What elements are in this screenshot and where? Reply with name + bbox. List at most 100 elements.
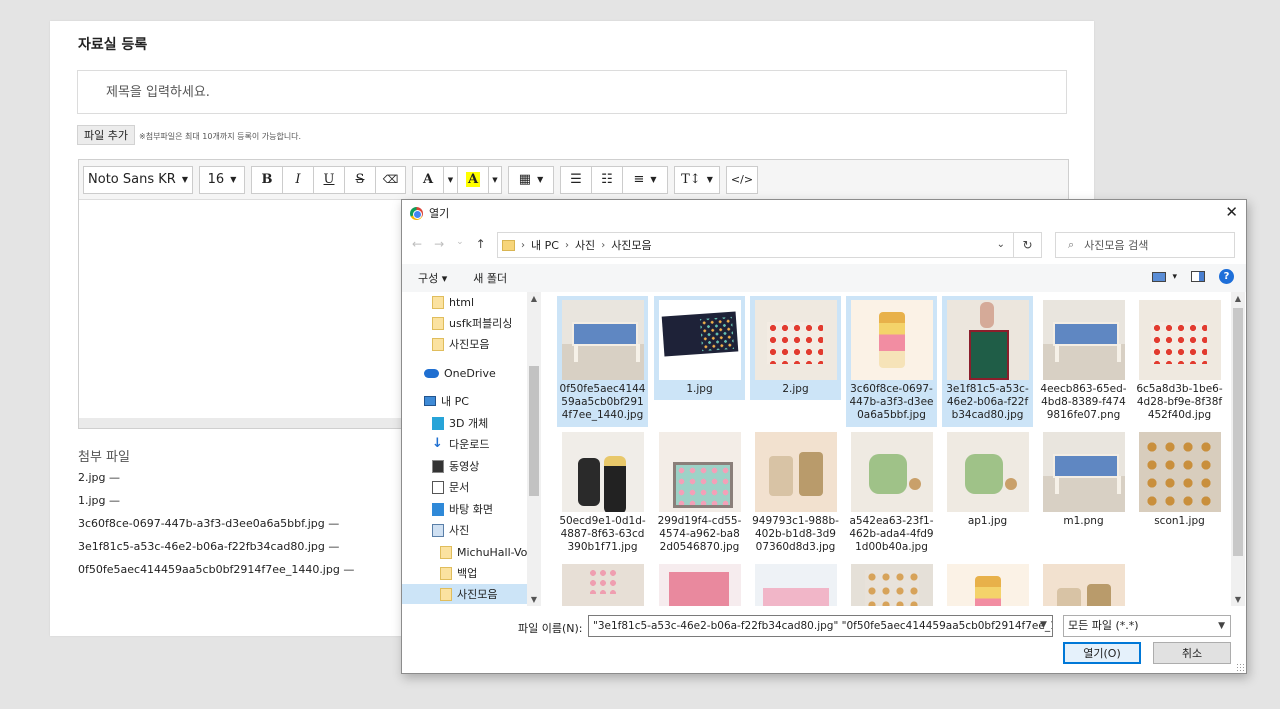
nav-item-documents[interactable]: 문서 bbox=[432, 477, 469, 497]
nav-item-photos-collection[interactable]: 사진모음 bbox=[432, 334, 489, 354]
file-item[interactable]: 2.jpg bbox=[750, 296, 841, 400]
nav-item-html[interactable]: html bbox=[432, 292, 474, 312]
file-item[interactable]: 949793c1-988b-402b-b1d8-3d907360d8d3.jpg bbox=[750, 428, 841, 559]
close-icon[interactable]: ✕ bbox=[1225, 203, 1238, 221]
view-controls: ▾ ? bbox=[1152, 269, 1234, 284]
file-item[interactable]: 3c60f8ce-0697-447b-a3f3-d3ee0a6a5bbf.jpg bbox=[846, 296, 937, 427]
file-name: 3c60f8ce-0697-447b-a3f3-d3ee0a6a5bbf.jpg bbox=[849, 383, 934, 421]
numbered-list-icon[interactable]: ☷ bbox=[591, 165, 622, 194]
nav-pane-scrollbar[interactable]: ▲ ▼ bbox=[527, 292, 541, 606]
nav-item-onedrive[interactable]: OneDrive bbox=[424, 363, 496, 383]
scrollbar-thumb[interactable] bbox=[1233, 308, 1243, 556]
file-item[interactable]: 0f50fe5aec414459aa5cb0bf2914f7ee_1440.jp… bbox=[557, 296, 648, 427]
open-button[interactable]: 열기(O) bbox=[1063, 642, 1141, 664]
refresh-icon[interactable]: ↻ bbox=[1013, 233, 1041, 257]
chevron-down-icon[interactable]: ▼ bbox=[1040, 620, 1047, 630]
chevron-down-icon[interactable]: ⌄ bbox=[997, 239, 1005, 250]
file-item[interactable]: 4eecb863-65ed-4bd8-8389-f4749816fe07.png bbox=[1038, 296, 1129, 427]
nav-item-this-pc[interactable]: 내 PC bbox=[424, 391, 469, 411]
file-item[interactable]: 50ecd9e1-0d1d-4887-8f63-63cd390b1f71.jpg bbox=[557, 428, 648, 559]
bold-button[interactable]: B bbox=[251, 165, 282, 194]
bullet-list-icon[interactable]: ☰ bbox=[560, 165, 591, 194]
folder-icon bbox=[440, 566, 452, 580]
file-item[interactable]: a542ea63-23f1-462b-ada4-4fd91d00b40a.jpg bbox=[846, 428, 937, 559]
file-item[interactable]: 299d19f4-cd55-4574-a962-ba82d0546870.jpg bbox=[654, 428, 745, 559]
up-arrow-icon[interactable]: ↑ bbox=[476, 237, 486, 251]
scroll-up-icon[interactable]: ▲ bbox=[527, 294, 541, 303]
strikethrough-button[interactable]: S bbox=[344, 165, 375, 194]
file-name: ap1.jpg bbox=[967, 515, 1008, 527]
code-view-button[interactable]: </> bbox=[726, 165, 758, 194]
file-item[interactable]: scon1.jpg bbox=[1134, 428, 1225, 559]
underline-button[interactable]: U bbox=[313, 165, 344, 194]
nav-item-downloads[interactable]: ↓ 다운로드 bbox=[432, 434, 489, 454]
nav-item-usfk[interactable]: usfk퍼블리싱 bbox=[432, 313, 512, 333]
dialog-titlebar[interactable]: 열기 bbox=[402, 200, 1246, 226]
chevron-right-icon: › bbox=[521, 239, 525, 251]
nav-item-label: 사진 bbox=[449, 524, 470, 537]
filetype-select[interactable]: 모든 파일 (*.*) ▼ bbox=[1063, 615, 1231, 637]
nav-item-desktop[interactable]: 바탕 화면 bbox=[432, 499, 493, 519]
file-grid-scrollbar[interactable]: ▲ ▼ bbox=[1231, 292, 1245, 606]
recent-locations-icon[interactable]: ⌄ bbox=[456, 237, 464, 251]
nav-item-photos-collection-selected[interactable]: 사진모음 bbox=[402, 584, 527, 604]
view-mode-icon[interactable] bbox=[1152, 271, 1167, 282]
italic-button[interactable]: I bbox=[282, 165, 313, 194]
open-file-dialog: 열기 ✕ ← → ⌄ ↑ › 내 PC › 사진 › 사진모음 ⌄ ↻ ⌕ 사진… bbox=[401, 199, 1247, 674]
resize-grip-icon[interactable] bbox=[1236, 663, 1244, 671]
file-item[interactable] bbox=[942, 560, 1033, 606]
new-folder-button[interactable]: 새 폴더 bbox=[473, 270, 507, 286]
breadcrumb-item[interactable]: 사진모음 bbox=[611, 237, 651, 253]
nav-item-michuhall[interactable]: MichuHall-Vot bbox=[440, 542, 532, 562]
file-item[interactable]: m1.png bbox=[1038, 428, 1129, 559]
organize-button[interactable]: 구성 ▾ bbox=[418, 270, 447, 286]
scroll-down-icon[interactable]: ▼ bbox=[1231, 595, 1245, 604]
file-item[interactable] bbox=[1038, 560, 1129, 606]
align-button[interactable]: ≡ ▼ bbox=[622, 165, 668, 194]
font-color-button[interactable]: A bbox=[412, 165, 443, 194]
attachment-item: 2.jpg — bbox=[78, 471, 121, 484]
nav-item-label: 동영상 bbox=[449, 460, 480, 473]
folder-icon bbox=[440, 587, 452, 601]
file-item[interactable] bbox=[654, 560, 745, 606]
help-icon[interactable]: ? bbox=[1219, 269, 1234, 284]
table-button[interactable]: ▦ ▼ bbox=[508, 165, 554, 194]
file-name: 949793c1-988b-402b-b1d8-3d907360d8d3.jpg bbox=[752, 515, 839, 553]
scrollbar-thumb[interactable] bbox=[529, 366, 539, 496]
scroll-down-icon[interactable]: ▼ bbox=[527, 595, 541, 604]
text-style-button[interactable]: T↕ ▼ bbox=[674, 165, 720, 194]
file-item[interactable] bbox=[846, 560, 937, 606]
file-item[interactable]: 1.jpg bbox=[654, 296, 745, 400]
file-item[interactable] bbox=[750, 560, 841, 606]
cancel-button[interactable]: 취소 bbox=[1153, 642, 1231, 664]
folder-icon bbox=[432, 316, 444, 330]
dialog-navbar: ← → ⌄ ↑ › 내 PC › 사진 › 사진모음 ⌄ ↻ ⌕ 사진모음 검색 bbox=[402, 230, 1246, 260]
preview-pane-icon[interactable] bbox=[1191, 271, 1205, 282]
file-item[interactable]: ap1.jpg bbox=[942, 428, 1033, 559]
highlight-caret[interactable]: ▼ bbox=[488, 165, 502, 194]
file-item[interactable] bbox=[557, 560, 648, 606]
file-add-button[interactable]: 파일 추가 bbox=[77, 125, 135, 145]
file-item[interactable]: 3e1f81c5-a53c-46e2-b06a-f22fb34cad80.jpg bbox=[942, 296, 1033, 427]
breadcrumb-item[interactable]: 내 PC bbox=[531, 237, 559, 253]
title-input[interactable] bbox=[77, 70, 1067, 114]
scroll-up-icon[interactable]: ▲ bbox=[1231, 294, 1245, 303]
nav-item-backup[interactable]: 백업 bbox=[440, 563, 477, 583]
file-item[interactable]: 6c5a8d3b-1be6-4d28-bf9e-8f38f452f40d.jpg bbox=[1134, 296, 1225, 427]
eraser-icon[interactable]: ⌫ bbox=[375, 165, 406, 194]
forward-arrow-icon[interactable]: → bbox=[434, 237, 444, 251]
nav-item-pictures[interactable]: 사진 bbox=[432, 520, 469, 540]
font-size-select[interactable]: 16 ▼ bbox=[199, 165, 245, 194]
editor-toolbar: Noto Sans KR ▼ 16 ▼ B I U S ⌫ A ▼ A ▼ ▦ ▼ ☰… bbox=[79, 160, 1068, 200]
filename-input[interactable]: "3e1f81c5-a53c-46e2-b06a-f22fb34cad80.jp… bbox=[588, 615, 1053, 637]
font-color-caret[interactable]: ▼ bbox=[443, 165, 457, 194]
font-family-select[interactable]: Noto Sans KR ▼ bbox=[83, 165, 193, 194]
highlight-button[interactable]: A bbox=[457, 165, 488, 194]
breadcrumb-item[interactable]: 사진 bbox=[575, 237, 595, 253]
search-input[interactable]: ⌕ 사진모음 검색 bbox=[1055, 232, 1235, 258]
address-bar[interactable]: › 내 PC › 사진 › 사진모음 ⌄ ↻ bbox=[497, 232, 1042, 258]
nav-item-videos[interactable]: 동영상 bbox=[432, 456, 479, 476]
back-arrow-icon[interactable]: ← bbox=[412, 237, 422, 251]
nav-item-3d-objects[interactable]: 3D 개체 bbox=[432, 413, 488, 433]
view-mode-caret[interactable]: ▾ bbox=[1172, 272, 1177, 282]
